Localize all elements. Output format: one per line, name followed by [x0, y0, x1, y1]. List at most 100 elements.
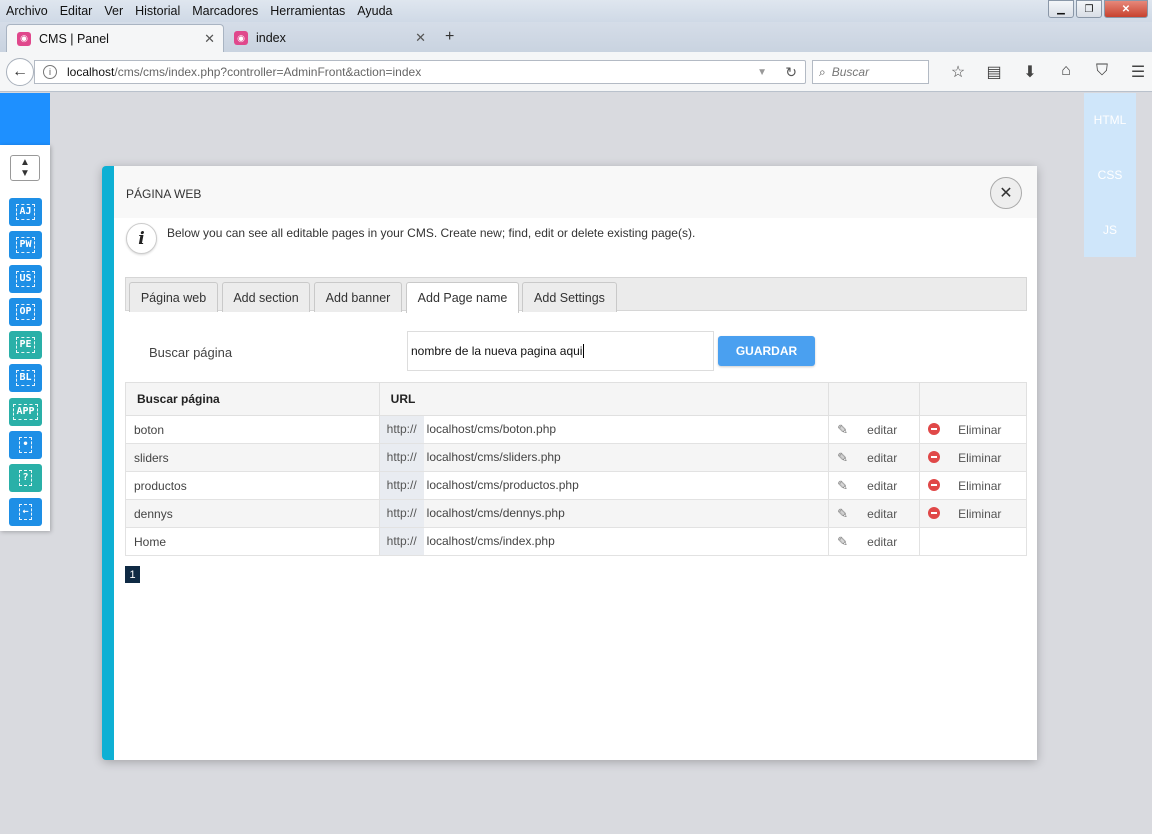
delete-icon: [928, 506, 941, 519]
menu-editar[interactable]: Editar: [54, 4, 99, 18]
sidebar-item-op[interactable]: OP: [9, 298, 42, 326]
address-bar[interactable]: i localhost/cms/cms/index.php?controller…: [34, 60, 806, 84]
menu-marcadores[interactable]: Marcadores: [186, 4, 264, 18]
edit-link[interactable]: editar: [867, 507, 897, 521]
pages-modal: PÁGINA WEB ✕ i Below you can see all edi…: [102, 166, 1037, 760]
page-url-cell: http://localhost/cms/boton.php: [378, 415, 830, 444]
table-row: Home http://localhost/cms/index.php ✎ edi…: [125, 527, 1027, 556]
close-icon[interactable]: ✕: [990, 177, 1022, 209]
modal-title: PÁGINA WEB: [126, 187, 202, 201]
close-window-icon[interactable]: ✕: [1104, 0, 1148, 18]
sidebar-item-us[interactable]: US: [9, 265, 42, 293]
sidebar-item-pw[interactable]: PW: [9, 231, 42, 259]
home-icon[interactable]: ⌂: [1048, 62, 1084, 82]
delete-action[interactable]: Eliminar: [919, 415, 1027, 444]
sidebar-item-label: PW: [16, 237, 35, 253]
edit-action[interactable]: ✎ editar: [828, 443, 921, 472]
table-header-row: Buscar página URL: [125, 382, 1027, 416]
new-tab-icon[interactable]: +: [445, 28, 454, 46]
bookmark-star-icon[interactable]: ☆: [940, 62, 976, 82]
sidebar-item-bl[interactable]: BL: [9, 364, 42, 392]
page-name-cell: sliders: [125, 443, 380, 472]
tab-pagina-web[interactable]: Página web: [129, 282, 218, 312]
sidebar-item-aj[interactable]: AJ: [9, 198, 42, 226]
url-path: /cms/cms/index.php?controller=AdminFront…: [114, 65, 422, 79]
sidebar-item-app[interactable]: APP: [9, 398, 42, 426]
tab-add-page-name[interactable]: Add Page name: [406, 282, 519, 313]
pencil-icon: ✎: [837, 421, 849, 437]
back-arrow-icon[interactable]: ←: [6, 58, 34, 86]
edit-link[interactable]: editar: [867, 423, 897, 437]
sidebar-item-help[interactable]: ?: [9, 464, 42, 492]
text-caret: [583, 344, 585, 358]
sidebar-item-label: OP: [16, 304, 35, 320]
close-tab-icon[interactable]: ✕: [415, 30, 426, 46]
logout-arrow-icon: ←: [19, 504, 32, 520]
target-icon: •: [19, 437, 32, 453]
edit-action[interactable]: ✎ editar: [828, 527, 921, 556]
edit-link[interactable]: editar: [867, 451, 897, 465]
delete-action[interactable]: Eliminar: [919, 471, 1027, 500]
browser-tab-cms-panel[interactable]: ◉ CMS | Panel ✕: [6, 24, 224, 52]
page-name-cell: productos: [125, 471, 380, 500]
close-tab-icon[interactable]: ✕: [204, 31, 215, 47]
dropdown-arrow-icon[interactable]: ▼: [757, 67, 767, 78]
maximize-icon[interactable]: ❐: [1076, 0, 1102, 18]
sidebar-item-label: US: [16, 271, 35, 287]
hamburger-menu-icon[interactable]: ☰: [1120, 62, 1152, 82]
url-protocol: http://: [379, 416, 424, 443]
edit-action[interactable]: ✎ editar: [828, 499, 921, 528]
reading-list-icon[interactable]: ▤: [976, 62, 1012, 82]
sidebar-item-logout[interactable]: ←: [9, 498, 42, 526]
menu-archivo[interactable]: Archivo: [0, 4, 54, 18]
pagination-page-1[interactable]: 1: [125, 566, 140, 583]
menu-historial[interactable]: Historial: [129, 4, 186, 18]
save-button[interactable]: GUARDAR: [718, 336, 815, 366]
delete-action[interactable]: Eliminar: [919, 443, 1027, 472]
page-url: localhost/cms/dennys.php: [426, 506, 565, 520]
edit-action[interactable]: ✎ editar: [828, 415, 921, 444]
browser-tab-index[interactable]: ◉ index ✕: [224, 24, 434, 52]
sidebar-item-label: PE: [16, 337, 35, 353]
delete-link[interactable]: Eliminar: [958, 479, 1001, 493]
reload-icon[interactable]: ↻: [785, 64, 797, 81]
pencil-icon: ✎: [837, 533, 849, 549]
edit-link[interactable]: editar: [867, 479, 897, 493]
pocket-icon[interactable]: ⛉: [1084, 62, 1120, 82]
sidebar-item-label: AJ: [16, 204, 35, 220]
site-favicon-icon: ◉: [234, 31, 248, 45]
page-name-cell: boton: [125, 415, 380, 444]
page-url: localhost/cms/boton.php: [426, 422, 557, 436]
sort-updown-icon[interactable]: ▲ ▼: [10, 155, 40, 181]
delete-link[interactable]: Eliminar: [958, 507, 1001, 521]
edit-link[interactable]: editar: [867, 535, 897, 549]
tab-css[interactable]: CSS: [1084, 168, 1136, 182]
delete-link[interactable]: Eliminar: [958, 423, 1001, 437]
toolbar-icons: ☆ ▤ ⬇ ⌂ ⛉ ☰: [940, 62, 1152, 82]
tab-js[interactable]: JS: [1084, 223, 1136, 237]
delete-icon: [928, 422, 941, 435]
page-url-cell: http://localhost/cms/productos.php: [378, 471, 830, 500]
tab-html[interactable]: HTML: [1084, 113, 1136, 127]
menu-herramientas[interactable]: Herramientas: [264, 4, 351, 18]
sidebar-item-target[interactable]: •: [9, 431, 42, 459]
modal-tabs: Página web Add section Add banner Add Pa…: [125, 277, 1027, 313]
download-icon[interactable]: ⬇: [1012, 62, 1048, 82]
sidebar-item-pe[interactable]: PE: [9, 331, 42, 359]
tab-add-section[interactable]: Add section: [222, 282, 310, 312]
delete-link[interactable]: Eliminar: [958, 451, 1001, 465]
tab-add-banner[interactable]: Add banner: [314, 282, 402, 312]
page-name-input[interactable]: nombre de la nueva pagina aqui: [407, 331, 714, 371]
site-info-icon[interactable]: i: [43, 65, 57, 79]
help-icon: ?: [19, 470, 32, 486]
page-url: localhost/cms/sliders.php: [426, 450, 561, 464]
tab-add-settings[interactable]: Add Settings: [522, 282, 617, 312]
column-header-url: URL: [378, 382, 830, 416]
minimize-icon[interactable]: ▁: [1048, 0, 1074, 18]
edit-action[interactable]: ✎ editar: [828, 471, 921, 500]
table-row: productos http://localhost/cms/productos…: [125, 471, 1027, 500]
menu-ver[interactable]: Ver: [98, 4, 129, 18]
browser-search-input[interactable]: ⌕ Buscar: [812, 60, 929, 84]
menu-ayuda[interactable]: Ayuda: [351, 4, 398, 18]
delete-action[interactable]: Eliminar: [919, 499, 1027, 528]
